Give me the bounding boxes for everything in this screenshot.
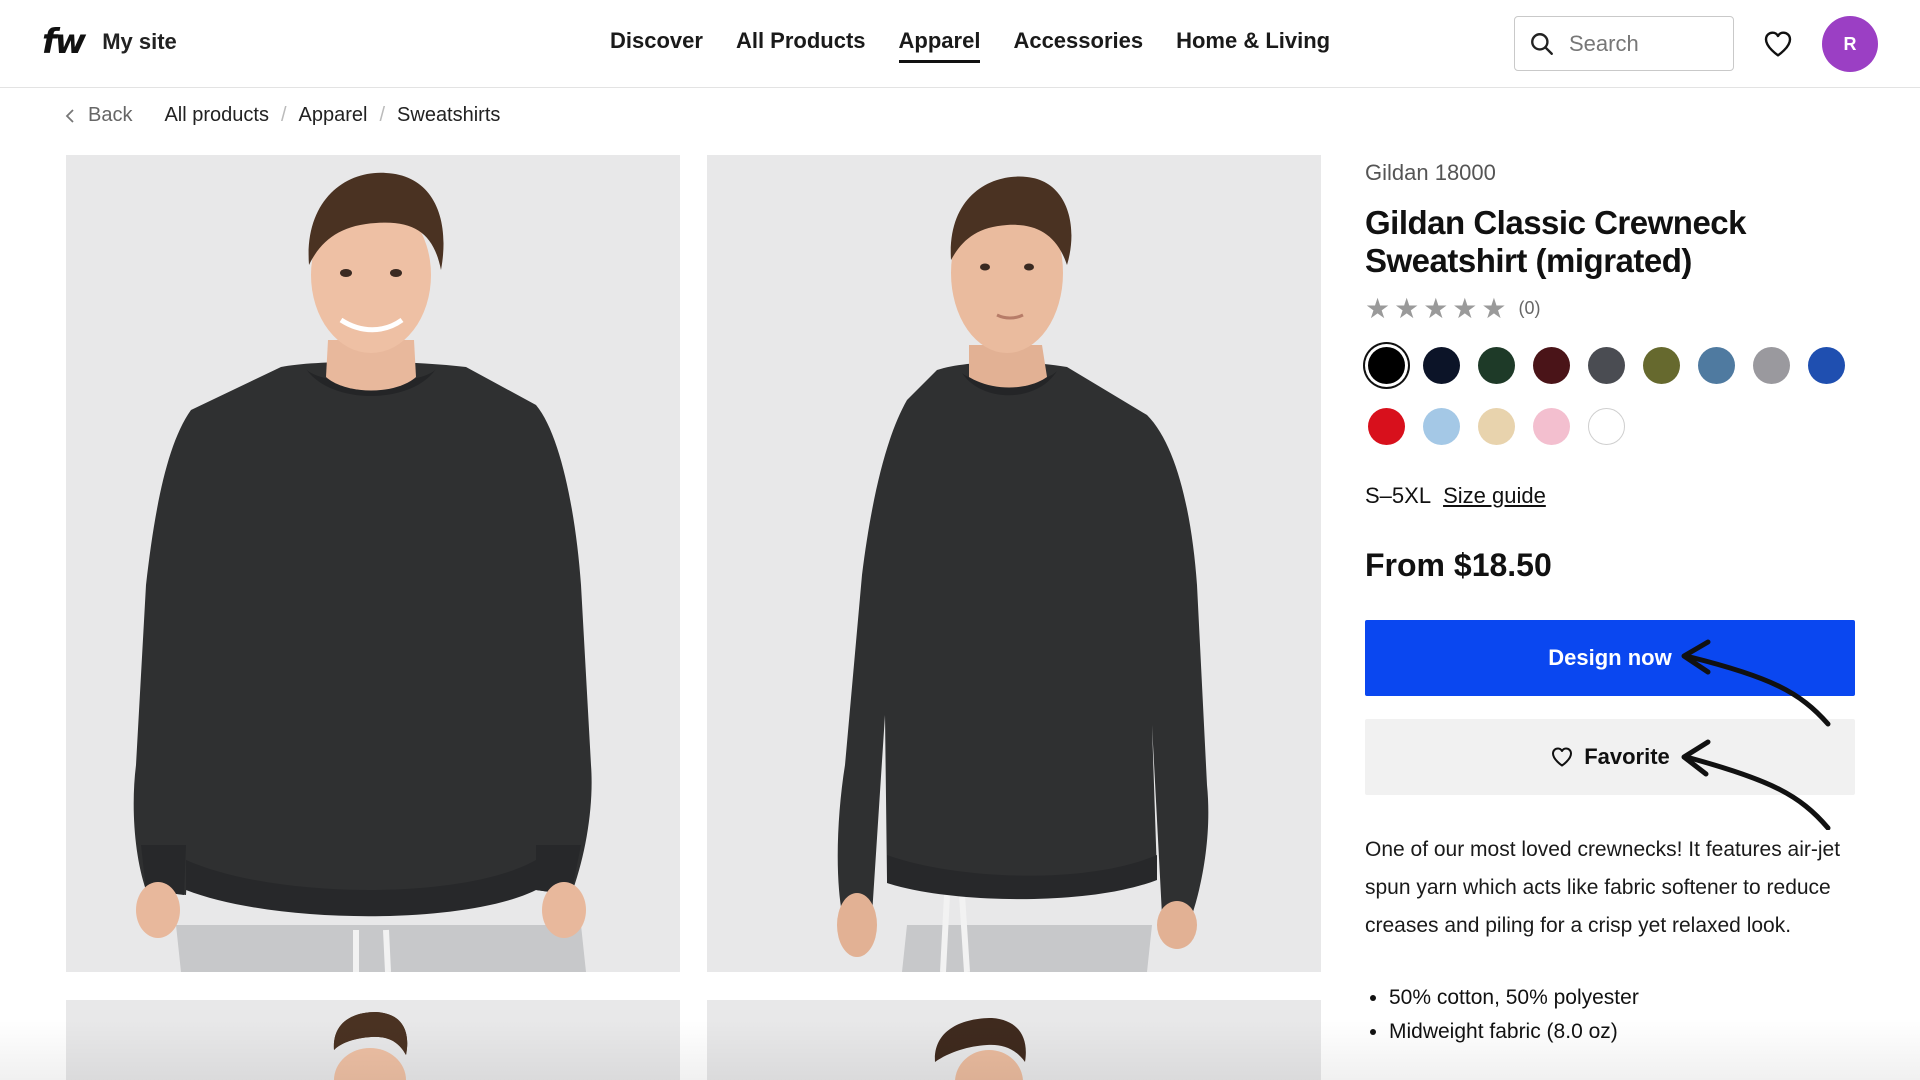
back-link[interactable]: Back bbox=[64, 104, 132, 127]
color-swatch[interactable] bbox=[1533, 347, 1570, 384]
color-swatch[interactable] bbox=[1588, 408, 1625, 445]
brand[interactable]: fw My site bbox=[42, 22, 177, 62]
product-description: One of our most loved crewnecks! It feat… bbox=[1365, 838, 1841, 937]
search-icon bbox=[1531, 32, 1553, 55]
breadcrumb-separator: / bbox=[280, 104, 287, 126]
favorites-heart-icon[interactable] bbox=[1762, 28, 1794, 60]
color-swatch[interactable] bbox=[1588, 347, 1625, 384]
product-image-thumb-3[interactable] bbox=[66, 1000, 680, 1080]
product-price: From $18.50 bbox=[1365, 547, 1552, 583]
design-now-label: Design now bbox=[1548, 645, 1672, 670]
color-swatch[interactable] bbox=[1533, 408, 1570, 445]
product-sku: Gildan 18000 bbox=[1365, 160, 1496, 185]
breadcrumb-sweatshirts[interactable]: Sweatshirts bbox=[397, 104, 500, 127]
color-swatch[interactable] bbox=[1478, 408, 1515, 445]
color-swatch[interactable] bbox=[1423, 408, 1460, 445]
favorite-label: Favorite bbox=[1584, 744, 1670, 769]
favorite-button[interactable]: Favorite bbox=[1365, 719, 1855, 795]
nav-discover[interactable]: Discover bbox=[610, 28, 703, 63]
back-label: Back bbox=[88, 104, 133, 126]
nav-all-products[interactable]: All Products bbox=[736, 28, 866, 63]
product-title: Gildan Classic Crewneck Sweatshirt (migr… bbox=[1365, 204, 1747, 279]
size-info: S–5XL Size guide bbox=[1365, 483, 1855, 509]
star-rating-icons: ★★★★★ bbox=[1365, 293, 1511, 324]
color-swatch[interactable] bbox=[1368, 347, 1405, 384]
rating-count: (0) bbox=[1518, 298, 1541, 318]
breadcrumb-separator: / bbox=[379, 104, 386, 126]
top-navigation-bar: fw My site Discover All Products Apparel… bbox=[0, 0, 1920, 88]
heart-icon bbox=[1552, 747, 1573, 767]
feature-item: 50% cotton, 50% polyester bbox=[1389, 981, 1855, 1015]
color-swatch[interactable] bbox=[1478, 347, 1515, 384]
product-image-front[interactable] bbox=[66, 155, 680, 972]
color-swatch[interactable] bbox=[1368, 408, 1405, 445]
product-image-side[interactable] bbox=[707, 155, 1321, 972]
color-swatches bbox=[1368, 347, 1855, 445]
product-features: 50% cotton, 50% polyester Midweight fabr… bbox=[1365, 981, 1855, 1049]
search-input[interactable] bbox=[1569, 30, 1719, 57]
nav-accessories[interactable]: Accessories bbox=[1013, 28, 1143, 63]
site-name[interactable]: My site bbox=[102, 29, 177, 55]
design-now-button[interactable]: Design now bbox=[1365, 620, 1855, 696]
color-swatch[interactable] bbox=[1808, 347, 1845, 384]
search-box[interactable] bbox=[1514, 16, 1734, 71]
user-avatar[interactable]: R bbox=[1822, 16, 1878, 72]
main-nav: Discover All Products Apparel Accessorie… bbox=[610, 28, 1330, 63]
chevron-left-icon bbox=[65, 108, 74, 123]
product-image-thumb-4[interactable] bbox=[707, 1000, 1321, 1080]
color-swatch[interactable] bbox=[1698, 347, 1735, 384]
color-swatch[interactable] bbox=[1423, 347, 1460, 384]
breadcrumb-all-products[interactable]: All products bbox=[164, 104, 269, 127]
nav-apparel[interactable]: Apparel bbox=[898, 28, 981, 63]
nav-home-living[interactable]: Home & Living bbox=[1176, 28, 1330, 63]
size-range: S–5XL bbox=[1365, 483, 1432, 508]
feature-item: Midweight fabric (8.0 oz) bbox=[1389, 1015, 1855, 1049]
color-swatch[interactable] bbox=[1753, 347, 1790, 384]
site-logo[interactable]: fw bbox=[42, 22, 86, 62]
size-guide-link[interactable]: Size guide bbox=[1443, 483, 1546, 509]
product-rating[interactable]: ★★★★★ (0) bbox=[1365, 292, 1855, 325]
product-details-panel: Gildan 18000 Gildan Classic Crewneck Swe… bbox=[1365, 160, 1855, 1049]
breadcrumb: Back All products / Apparel / Sweatshirt… bbox=[64, 104, 500, 127]
breadcrumb-apparel[interactable]: Apparel bbox=[299, 104, 368, 127]
color-swatch[interactable] bbox=[1643, 347, 1680, 384]
